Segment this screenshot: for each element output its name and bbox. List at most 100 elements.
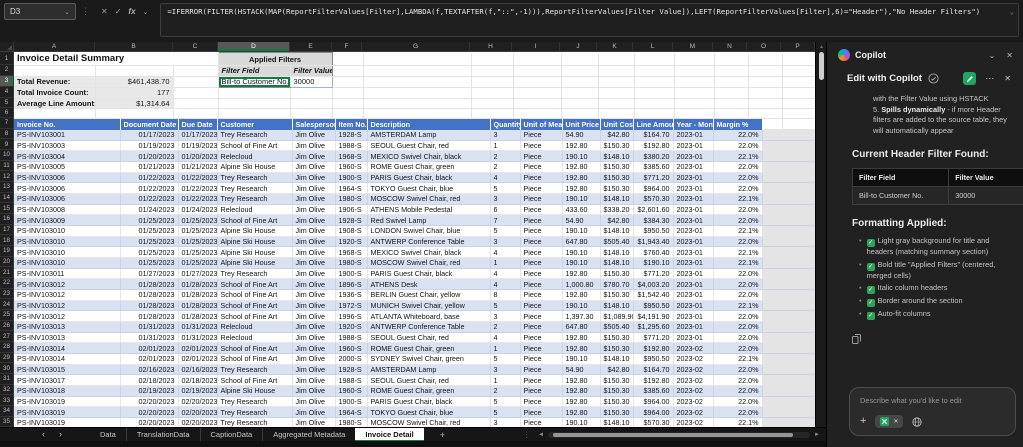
cell[interactable]: Piece (520, 342, 563, 355)
cell[interactable]: 02/16/2023 (178, 364, 218, 376)
cell[interactable]: $148.10 (600, 193, 634, 205)
cell[interactable]: Alpine Ski House (217, 246, 293, 259)
cell[interactable]: PS-INV103009 (14, 214, 121, 227)
cell[interactable]: PS-INV103010 (14, 236, 121, 248)
cell[interactable]: $760.40 (633, 246, 674, 259)
cell[interactable]: 1908-S (335, 225, 368, 237)
cell[interactable]: 22.1% (713, 417, 763, 427)
cell[interactable]: ATHENS Mobile Pedestal (367, 204, 491, 216)
cell[interactable]: 190.10 (562, 257, 601, 269)
cell[interactable] (290, 108, 333, 119)
cell[interactable]: $771.20 (633, 172, 674, 184)
cell[interactable]: 647.80 (562, 236, 601, 248)
table-header-item-no-[interactable]: Item No. (335, 118, 368, 130)
empty-cells[interactable] (332, 52, 815, 66)
empty-cells[interactable] (762, 257, 815, 269)
cell[interactable]: 1906-S (335, 204, 368, 216)
cell[interactable]: School of Fine Art (217, 374, 293, 387)
cell[interactable]: $780.70 (600, 278, 634, 291)
row-header-23[interactable]: 23 (0, 288, 14, 300)
cell[interactable]: PS-INV103019 (14, 406, 121, 419)
cell[interactable]: ATHENS Desk (367, 278, 491, 291)
cell[interactable]: 01/28/2023 (120, 310, 179, 323)
cell[interactable]: $150.30 (600, 172, 634, 184)
cell[interactable]: 02/01/2023 (120, 342, 179, 355)
cell[interactable]: 22.0% (713, 364, 763, 376)
empty-cells[interactable] (762, 236, 815, 248)
sheet-tab-invoice-detail[interactable]: Invoice Detail (355, 427, 424, 442)
cell[interactable]: 4 (490, 172, 521, 184)
cell[interactable]: 2023-01 (673, 236, 714, 248)
table-header-quantity[interactable]: Quantity (490, 118, 521, 130)
cell[interactable]: 190.10 (562, 246, 601, 259)
row-header-12[interactable]: 12 (0, 171, 14, 182)
cell[interactable]: Piece (520, 385, 563, 397)
cell[interactable]: $964.00 (633, 396, 674, 408)
filter-value-header-cell[interactable]: Filter Value (290, 65, 333, 77)
cell[interactable]: PS-INV103012 (14, 310, 121, 323)
cell[interactable]: Jim Olive (292, 364, 336, 376)
table-header-invoice-no-[interactable]: Invoice No. (14, 118, 121, 130)
cell[interactable]: Jim Olive (292, 236, 336, 248)
excel-context-chip[interactable]: ✕ (875, 415, 904, 428)
cell[interactable]: 190.10 (562, 300, 601, 312)
scroll-right-icon[interactable]: ► (814, 432, 820, 438)
column-header-g[interactable]: G (362, 42, 470, 52)
cell[interactable]: $150.30 (600, 332, 634, 344)
cell[interactable]: PS-INV103018 (14, 385, 121, 397)
cell[interactable]: Piece (520, 225, 563, 237)
empty-cells[interactable] (332, 108, 815, 119)
cell[interactable]: $150.30 (600, 385, 634, 397)
cell[interactable]: School of Fine Art (217, 353, 293, 365)
cell[interactable]: 2023-01 (673, 332, 714, 344)
row-header-31[interactable]: 31 (0, 373, 14, 385)
column-header-k[interactable]: K (597, 42, 633, 52)
cell[interactable]: $150.30 (600, 182, 634, 195)
cell[interactable]: 01/31/2023 (120, 332, 179, 344)
sheet-tab-data[interactable]: Data (90, 428, 126, 442)
cell[interactable]: 01/31/2023 (120, 321, 179, 333)
row-header-22[interactable]: 22 (0, 277, 14, 289)
cell[interactable]: 1928-S (335, 129, 368, 141)
empty-cells[interactable] (762, 364, 815, 376)
cell[interactable]: 01/22/2023 (120, 182, 179, 195)
avg-line-value-cell[interactable]: $1,314.64 (95, 98, 174, 109)
cell[interactable]: $1,089.90 (600, 310, 634, 323)
row-header-25[interactable]: 25 (0, 309, 14, 321)
cell[interactable]: Trey Research (217, 417, 293, 427)
row-header-16[interactable]: 16 (0, 213, 14, 225)
cell[interactable]: 54.90 (562, 214, 601, 227)
row-header-18[interactable]: 18 (0, 235, 14, 246)
column-header-d[interactable]: D (218, 42, 290, 52)
row-header-14[interactable]: 14 (0, 192, 14, 204)
cell[interactable]: School of Fine Art (217, 278, 293, 291)
cell[interactable]: 01/25/2023 (120, 246, 179, 259)
cell[interactable]: 2023-02 (673, 396, 714, 408)
cell[interactable] (173, 76, 219, 88)
cell[interactable]: $148.10 (600, 353, 634, 365)
cell[interactable]: PS-INV103014 (14, 353, 121, 365)
table-header-customer[interactable]: Customer (217, 118, 293, 130)
cell[interactable]: 01/20/2023 (120, 150, 179, 163)
cell[interactable]: 1900-S (335, 396, 368, 408)
column-header-l[interactable]: L (633, 42, 673, 52)
cell[interactable]: 4 (490, 268, 521, 280)
cell[interactable]: 2023-01 (673, 204, 714, 216)
empty-cells[interactable] (762, 150, 815, 163)
row-header-17[interactable]: 17 (0, 224, 14, 236)
cell[interactable]: 01/21/2023 (120, 161, 179, 173)
cell[interactable]: 1920-S (335, 321, 368, 333)
prev-sheet-icon[interactable]: ‹ (42, 428, 45, 441)
cell[interactable]: 1 (490, 257, 521, 269)
cell[interactable]: 2023-01 (673, 310, 714, 323)
cell[interactable]: 2 (490, 321, 521, 333)
cell[interactable]: 3 (490, 193, 521, 205)
cell[interactable]: $150.30 (600, 396, 634, 408)
avg-line-label-cell[interactable]: Average Line Amount: (14, 98, 96, 109)
cell[interactable]: 01/17/2023 (120, 129, 179, 141)
row-header-30[interactable]: 30 (0, 363, 14, 374)
cell[interactable]: TOKYO Guest Chair, blue (367, 406, 491, 419)
cell[interactable]: 02/19/2023 (120, 385, 179, 397)
cell[interactable]: 22.1% (713, 246, 763, 259)
cell[interactable]: Piece (520, 278, 563, 291)
